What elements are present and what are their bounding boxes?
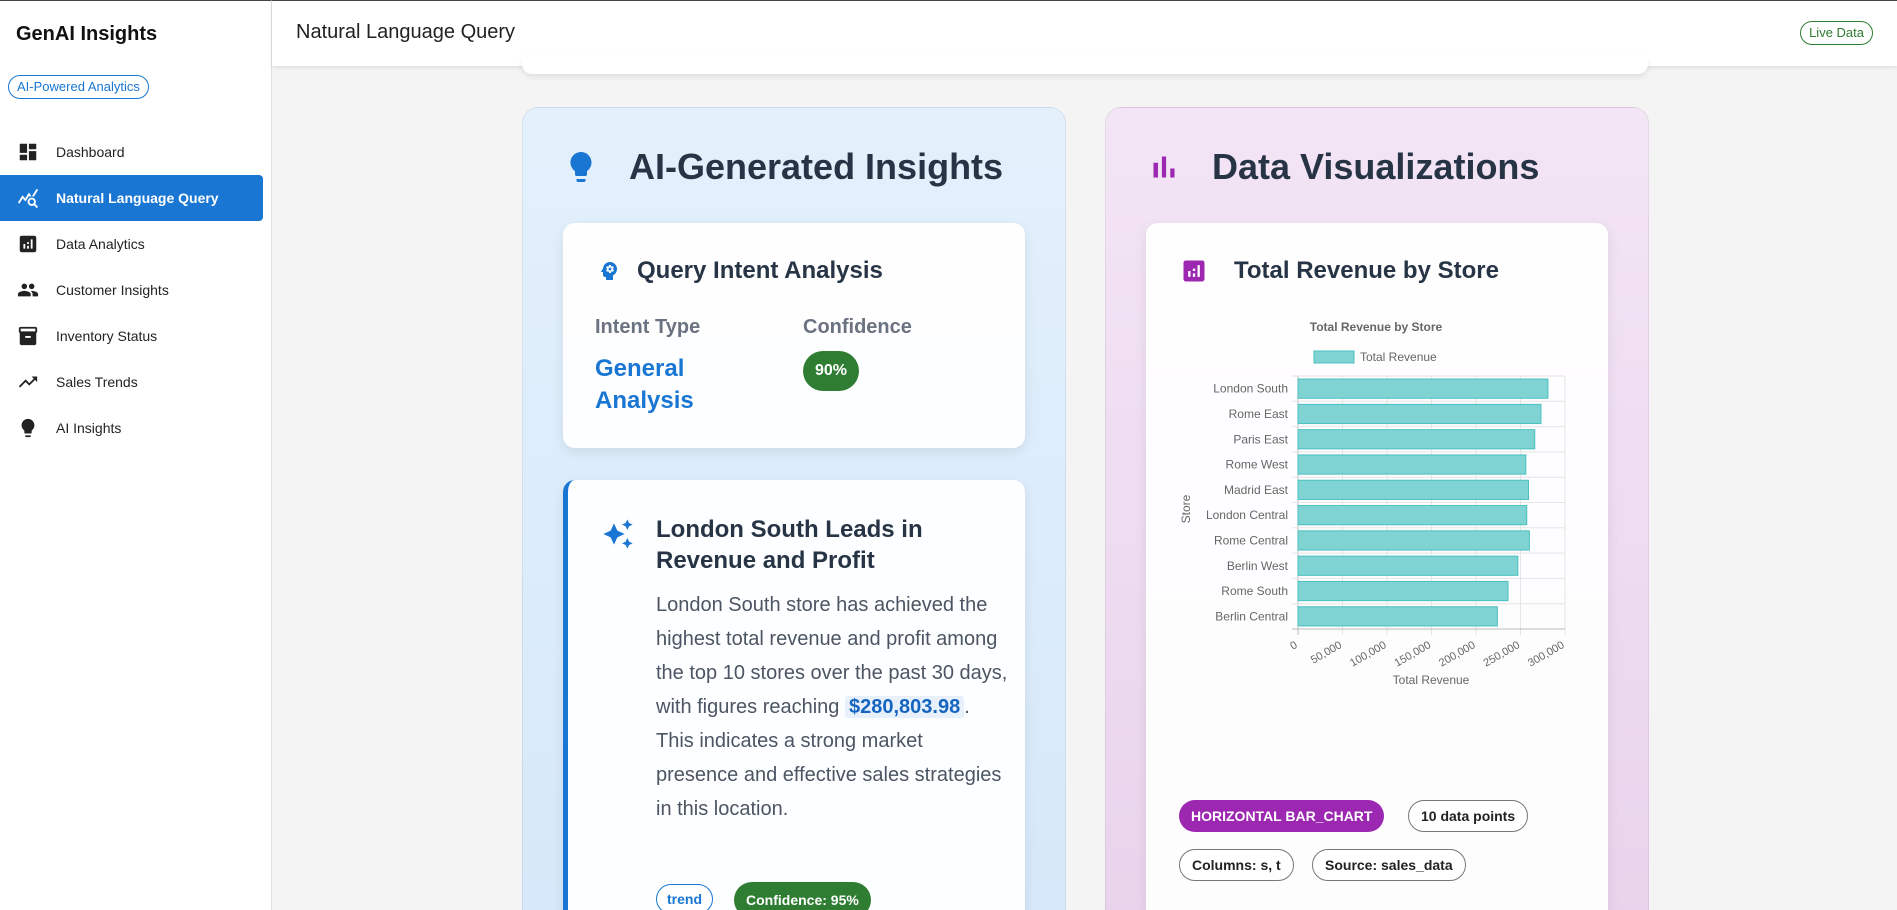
y-tick-label: Rome West <box>1226 458 1289 472</box>
insight-confidence-chip: Confidence: 95% <box>734 882 871 910</box>
analytics-icon <box>1183 260 1205 282</box>
y-tick-label: London South <box>1213 382 1288 396</box>
chart-title: Total Revenue by Store <box>1310 320 1443 334</box>
query-card-bottom-edge <box>522 56 1648 74</box>
legend-label: Total Revenue <box>1360 350 1437 364</box>
visualizations-panel-title: Data Visualizations <box>1212 146 1540 187</box>
visualizations-panel-header: Data Visualizations <box>1146 146 1539 188</box>
y-tick-label: Rome South <box>1221 584 1288 598</box>
legend-swatch <box>1313 350 1355 364</box>
x-tick-label: 200,000 <box>1437 639 1477 669</box>
y-tick-label: Paris East <box>1233 432 1288 446</box>
sidebar-item-label: Data Analytics <box>56 236 145 252</box>
y-tick-label: Madrid East <box>1224 483 1289 497</box>
bar <box>1297 580 1509 602</box>
y-axis-label: Store <box>1179 494 1193 523</box>
live-data-badge: Live Data <box>1800 21 1873 45</box>
query-intent-card: Query Intent Analysis Intent Type Confid… <box>563 223 1025 448</box>
chart-type-chip: HORIZONTAL BAR_CHART <box>1179 800 1385 832</box>
sidebar-item-label: Sales Trends <box>56 374 138 390</box>
inventory-icon <box>16 324 40 348</box>
intent-card-title: Query Intent Analysis <box>637 257 883 284</box>
sidebar-item-dashboard[interactable]: Dashboard <box>0 129 263 175</box>
intent-card-header: Query Intent Analysis <box>597 257 883 285</box>
y-tick-label: London Central <box>1206 508 1288 522</box>
x-tick-label: 150,000 <box>1393 639 1433 669</box>
x-axis-label: Total Revenue <box>1393 673 1470 687</box>
bar <box>1297 454 1527 475</box>
y-tick-label: Rome East <box>1229 407 1289 421</box>
lightbulb-icon <box>570 152 592 182</box>
insights-panel-title: AI-Generated Insights <box>629 146 1004 187</box>
intent-type-label: Intent Type <box>595 316 701 338</box>
x-tick-label: 250,000 <box>1482 639 1522 669</box>
bar <box>1297 606 1498 627</box>
sidebar-item-label: Dashboard <box>56 144 125 160</box>
insights-panel-header: AI-Generated Insights <box>563 146 1003 188</box>
insight-type-tag: trend <box>656 884 713 910</box>
sidebar-item-natural-language-query[interactable]: Natural Language Query <box>0 175 263 221</box>
sidebar-item-inventory-status[interactable]: Inventory Status <box>0 313 263 359</box>
bar <box>1297 378 1549 399</box>
people-icon <box>16 278 40 302</box>
visualizations-panel: Data Visualizations Total Revenue by Sto… <box>1105 107 1649 910</box>
data-points-chip: 10 data points <box>1408 800 1529 832</box>
confidence-chip: 90% <box>803 351 859 391</box>
insight-title: London South Leads in Revenue and Profit <box>656 516 923 574</box>
bar <box>1297 429 1536 450</box>
sidebar-nav: Dashboard Natural Language Query Data An… <box>0 129 272 451</box>
y-tick-label: Berlin West <box>1227 559 1289 573</box>
confidence-label: Confidence <box>803 316 912 338</box>
x-tick-label: 50,000 <box>1309 639 1344 666</box>
insight-card: London South Leads in Revenue and Profit… <box>563 480 1025 910</box>
x-tick-label: 0 <box>1288 639 1299 652</box>
auto-awesome-icon <box>603 519 633 549</box>
y-tick-label: Rome Central <box>1214 533 1288 547</box>
trending-up-icon <box>16 370 40 394</box>
sidebar-item-customer-insights[interactable]: Customer Insights <box>0 267 263 313</box>
sidebar-item-label: AI Insights <box>56 420 122 436</box>
bar <box>1297 479 1530 500</box>
brand-title: GenAI Insights <box>16 23 158 45</box>
revenue-bar-chart: Total Revenue by Store Total Revenue Lon… <box>1179 320 1567 687</box>
bar <box>1297 505 1528 526</box>
insight-body: London South store has achieved the high… <box>656 588 1008 826</box>
sidebar-item-label: Customer Insights <box>56 282 169 298</box>
dashboard-icon <box>16 140 40 164</box>
chart-card: Total Revenue by Store Total Revenue by … <box>1146 223 1608 910</box>
lightbulb-icon <box>16 416 40 440</box>
analytics-icon <box>16 232 40 256</box>
source-chip: Source: sales_data <box>1312 849 1466 881</box>
intent-type-value: General Analysis <box>595 355 694 414</box>
chart-card-title: Total Revenue by Store <box>1234 257 1499 284</box>
columns-chip: Columns: s, t <box>1179 849 1294 881</box>
sidebar-item-data-analytics[interactable]: Data Analytics <box>0 221 263 267</box>
query-stats-icon <box>16 186 40 210</box>
x-tick-label: 300,000 <box>1526 639 1566 669</box>
ai-analytics-badge: AI-Powered Analytics <box>8 75 149 99</box>
psychology-icon <box>600 262 617 280</box>
bar-chart-icon <box>1153 156 1175 178</box>
bar <box>1297 555 1519 576</box>
insights-panel: AI-Generated Insights Query Intent Analy… <box>522 107 1066 910</box>
revenue-highlight: $280,803.98 <box>844 696 965 718</box>
page-title: Natural Language Query <box>296 21 516 43</box>
chart-card-header: Total Revenue by Store <box>1180 257 1499 285</box>
x-tick-label: 100,000 <box>1348 639 1388 669</box>
sidebar: GenAI Insights AI-Powered Analytics Dash… <box>0 0 272 910</box>
bar <box>1297 403 1542 425</box>
sidebar-item-label: Inventory Status <box>56 328 158 344</box>
y-tick-label: Berlin Central <box>1215 609 1288 623</box>
sidebar-item-ai-insights[interactable]: AI Insights <box>0 405 263 451</box>
sidebar-item-sales-trends[interactable]: Sales Trends <box>0 359 263 405</box>
bar <box>1297 530 1530 551</box>
sidebar-item-label: Natural Language Query <box>56 190 219 206</box>
